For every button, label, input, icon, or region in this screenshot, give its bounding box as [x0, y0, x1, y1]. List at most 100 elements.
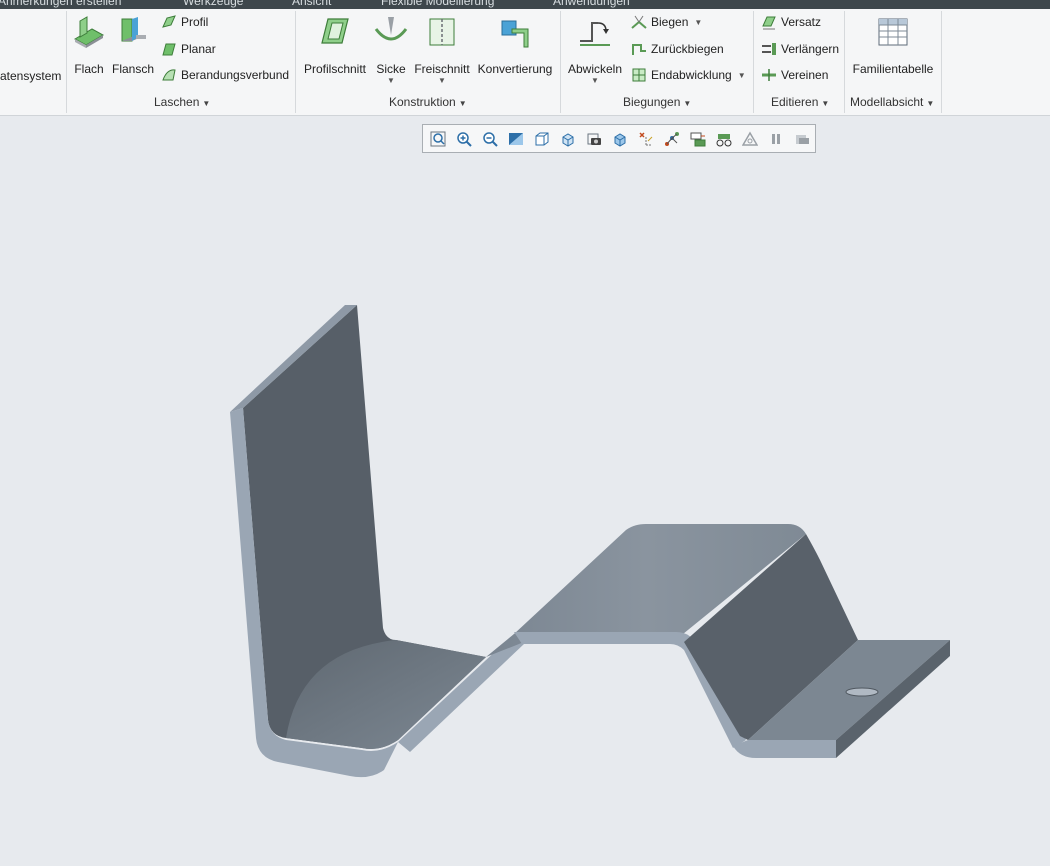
versatz-label: Versatz: [781, 15, 822, 29]
planar-button[interactable]: Planar: [161, 39, 216, 59]
sicke-button[interactable]: Sicke ▼: [373, 15, 409, 95]
chevron-down-icon: ▼: [438, 76, 446, 85]
tab-anwendungen[interactable]: Anwendungen: [553, 0, 630, 8]
koordinatensystem-button[interactable]: atensystem: [0, 66, 61, 86]
verlaengern-button[interactable]: Verlängern: [761, 39, 839, 59]
zurueckbiegen-button[interactable]: Zurückbiegen: [631, 39, 724, 59]
flat-pattern-icon: [631, 67, 647, 83]
ribbon: atensystem Flach Flansch Profil Planar B…: [0, 9, 1050, 116]
spin-center-icon[interactable]: [663, 130, 681, 148]
tab-flexible-modellierung[interactable]: Flexible Modellierung: [381, 0, 494, 8]
flach-label: Flach: [74, 62, 104, 76]
flansch-button[interactable]: Flansch: [112, 15, 154, 95]
group-separator: [844, 11, 845, 113]
profil-label: Profil: [181, 15, 209, 29]
konvertierung-label: Konvertierung: [477, 62, 553, 76]
berandungsverbund-button[interactable]: Berandungsverbund: [161, 65, 289, 85]
familientabelle-button[interactable]: Familientabelle: [851, 15, 935, 95]
chevron-down-icon: ▼: [694, 17, 703, 27]
annotation-display-icon[interactable]: [689, 130, 707, 148]
zoom-in-icon[interactable]: [455, 130, 473, 148]
modellabsicht-group-label[interactable]: Modellabsicht ▼: [850, 95, 934, 109]
group-separator: [66, 11, 67, 113]
group-separator: [295, 11, 296, 113]
abwickeln-label: Abwickeln: [567, 62, 623, 76]
editieren-group-label[interactable]: Editieren ▼: [771, 95, 829, 109]
chevron-down-icon: ▼: [926, 99, 935, 108]
sheet-metal-part[interactable]: [230, 305, 950, 778]
graphics-toolbar: [422, 124, 816, 153]
extrude-cut-icon: [318, 15, 352, 49]
tab-werkzeuge[interactable]: Werkzeuge: [183, 0, 243, 8]
laschen-label-text: Laschen: [154, 95, 200, 109]
flat-wall-icon: [72, 15, 106, 49]
top-menu-bar: Anmerkungen erstellen Werkzeuge Ansicht …: [0, 0, 1050, 9]
planar-label: Planar: [181, 42, 216, 56]
endabwicklung-label: Endabwicklung: [651, 68, 732, 82]
form-punch-icon: [374, 15, 408, 49]
display-style-icon[interactable]: [533, 130, 551, 148]
repaint-icon[interactable]: [507, 130, 525, 148]
tab-ansicht[interactable]: Ansicht: [292, 0, 331, 8]
profil-button[interactable]: Profil: [161, 12, 208, 32]
appearance-icon[interactable]: [793, 130, 811, 148]
editieren-label-text: Editieren: [771, 95, 819, 109]
freischnitt-button[interactable]: Freischnitt ▼: [413, 15, 471, 95]
refit-icon[interactable]: [429, 130, 447, 148]
vereinen-button[interactable]: Vereinen: [761, 65, 828, 85]
chevron-down-icon: ▼: [202, 99, 211, 108]
profilschnitt-button[interactable]: Profilschnitt: [302, 15, 368, 95]
named-views-icon[interactable]: [585, 130, 603, 148]
bend-back-icon: [631, 41, 647, 57]
biegen-label: Biegen: [651, 15, 689, 29]
extend-icon: [761, 41, 777, 57]
konvertierung-button[interactable]: Konvertierung: [477, 15, 553, 95]
planar-wall-icon: [161, 41, 177, 57]
flansch-label: Flansch: [111, 62, 155, 76]
biegungen-group-label[interactable]: Biegungen ▼: [623, 95, 691, 109]
chevron-down-icon: ▼: [591, 76, 599, 85]
family-table-icon: [876, 15, 910, 49]
konstruktion-label-text: Konstruktion: [389, 95, 456, 109]
biegungen-label-text: Biegungen: [623, 95, 681, 109]
freischnitt-label: Freischnitt: [414, 62, 470, 76]
bend-icon: [631, 14, 647, 30]
berandungsverbund-label: Berandungsverbund: [181, 68, 290, 82]
profilschnitt-label: Profilschnitt: [303, 62, 367, 76]
view-manager-icon[interactable]: [611, 130, 629, 148]
endabwicklung-button[interactable]: Endabwicklung ▼: [631, 65, 746, 85]
abwickeln-button[interactable]: Abwickeln ▼: [566, 15, 624, 95]
group-separator: [753, 11, 754, 113]
group-separator: [560, 11, 561, 113]
laschen-group-label[interactable]: Laschen ▼: [154, 95, 210, 109]
familientabelle-label: Familientabelle: [852, 62, 934, 76]
saved-orientations-icon[interactable]: [559, 130, 577, 148]
zurueckbiegen-label: Zurückbiegen: [651, 42, 724, 56]
datum-display-icon[interactable]: [637, 130, 655, 148]
zoom-out-icon[interactable]: [481, 130, 499, 148]
koordinatensystem-label: atensystem: [0, 69, 62, 83]
versatz-button[interactable]: Versatz: [761, 12, 821, 32]
group-separator: [941, 11, 942, 113]
konstruktion-group-label[interactable]: Konstruktion ▼: [389, 95, 467, 109]
chevron-down-icon: ▼: [387, 76, 395, 85]
chevron-down-icon: ▼: [683, 99, 692, 108]
profile-wall-icon: [161, 14, 177, 30]
boundary-blend-icon: [161, 67, 177, 83]
chevron-down-icon: ▼: [737, 70, 746, 80]
biegen-button[interactable]: Biegen ▼: [631, 12, 702, 32]
rip-icon: [425, 15, 459, 49]
conversion-icon: [498, 15, 532, 49]
chevron-down-icon: ▼: [821, 99, 830, 108]
sicke-label: Sicke: [376, 62, 406, 76]
perspective-icon[interactable]: [715, 130, 733, 148]
flach-button[interactable]: Flach: [70, 15, 108, 95]
merge-icon: [761, 67, 777, 83]
section-icon[interactable]: [741, 130, 759, 148]
tab-anmerkungen[interactable]: Anmerkungen erstellen: [0, 0, 121, 8]
chevron-down-icon: ▼: [458, 99, 467, 108]
graphics-viewport[interactable]: [0, 116, 1050, 866]
modellabsicht-label-text: Modellabsicht: [850, 95, 924, 109]
flange-icon: [116, 15, 150, 49]
pause-icon[interactable]: [767, 130, 785, 148]
